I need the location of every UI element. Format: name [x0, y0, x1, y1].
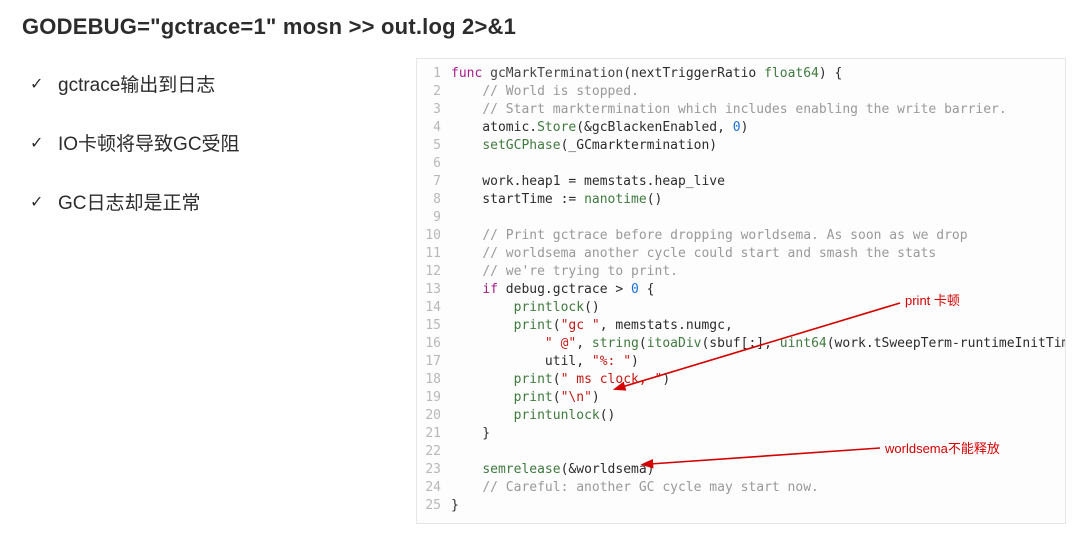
page-title: GODEBUG="gctrace=1" mosn >> out.log 2>&1	[22, 14, 516, 40]
code-text: if debug.gctrace > 0 {	[451, 281, 655, 299]
code-line: 24 // Careful: another GC cycle may star…	[417, 479, 1065, 497]
check-icon: ✓	[30, 74, 48, 94]
code-line: 15 print("gc ", memstats.numgc,	[417, 317, 1065, 335]
line-number: 6	[417, 155, 451, 173]
code-line: 13 if debug.gctrace > 0 {	[417, 281, 1065, 299]
bullet-list: ✓ gctrace输出到日志 ✓ IO卡顿将导致GC受阻 ✓ GC日志却是正常	[30, 70, 390, 247]
code-text: // worldsema another cycle could start a…	[451, 245, 936, 263]
code-line: 11 // worldsema another cycle could star…	[417, 245, 1065, 263]
code-text: print(" ms clock, ")	[451, 371, 670, 389]
code-text: work.heap1 = memstats.heap_live	[451, 173, 725, 191]
code-line: 23 semrelease(&worldsema)	[417, 461, 1065, 479]
line-number: 4	[417, 119, 451, 137]
annotation-print: print 卡顿	[905, 290, 960, 309]
line-number: 5	[417, 137, 451, 155]
line-number: 17	[417, 353, 451, 371]
code-line: 14 printlock()	[417, 299, 1065, 317]
code-line: 4 atomic.Store(&gcBlackenEnabled, 0)	[417, 119, 1065, 137]
code-text: // Print gctrace before dropping worldse…	[451, 227, 968, 245]
line-number: 19	[417, 389, 451, 407]
code-text: // Start marktermination which includes …	[451, 101, 1007, 119]
line-number: 11	[417, 245, 451, 263]
code-text: semrelease(&worldsema)	[451, 461, 655, 479]
line-number: 25	[417, 497, 451, 515]
check-icon: ✓	[30, 192, 48, 212]
line-number: 9	[417, 209, 451, 227]
code-text: }	[451, 497, 459, 515]
code-line: 10 // Print gctrace before dropping worl…	[417, 227, 1065, 245]
code-line: 3 // Start marktermination which include…	[417, 101, 1065, 119]
code-line: 16 " @", string(itoaDiv(sbuf[:], uint64(…	[417, 335, 1065, 353]
check-icon: ✓	[30, 133, 48, 153]
bullet-text: gctrace输出到日志	[58, 70, 215, 97]
code-line: 12 // we're trying to print.	[417, 263, 1065, 281]
line-number: 14	[417, 299, 451, 317]
code-text: // we're trying to print.	[451, 263, 678, 281]
line-number: 2	[417, 83, 451, 101]
code-text: func gcMarkTermination(nextTriggerRatio …	[451, 65, 842, 83]
bullet-text: IO卡顿将导致GC受阻	[58, 129, 240, 156]
code-line: 1func gcMarkTermination(nextTriggerRatio…	[417, 65, 1065, 83]
code-line: 18 print(" ms clock, ")	[417, 371, 1065, 389]
line-number: 15	[417, 317, 451, 335]
code-text: setGCPhase(_GCmarktermination)	[451, 137, 717, 155]
code-text: " @", string(itoaDiv(sbuf[:], uint64(wor…	[451, 335, 1066, 353]
code-text: util, "%: ")	[451, 353, 639, 371]
line-number: 18	[417, 371, 451, 389]
bullet-item: ✓ gctrace输出到日志	[30, 70, 390, 97]
line-number: 22	[417, 443, 451, 461]
line-number: 10	[417, 227, 451, 245]
code-line: 20 printunlock()	[417, 407, 1065, 425]
code-line: 7 work.heap1 = memstats.heap_live	[417, 173, 1065, 191]
code-line: 9	[417, 209, 1065, 227]
line-number: 3	[417, 101, 451, 119]
line-number: 7	[417, 173, 451, 191]
bullet-text: GC日志却是正常	[58, 188, 201, 215]
line-number: 16	[417, 335, 451, 353]
line-number: 12	[417, 263, 451, 281]
code-text: printunlock()	[451, 407, 615, 425]
code-line: 25}	[417, 497, 1065, 515]
line-number: 13	[417, 281, 451, 299]
bullet-item: ✓ GC日志却是正常	[30, 188, 390, 215]
code-line: 2 // World is stopped.	[417, 83, 1065, 101]
line-number: 8	[417, 191, 451, 209]
code-text: // World is stopped.	[451, 83, 639, 101]
code-text: printlock()	[451, 299, 600, 317]
code-text: startTime := nanotime()	[451, 191, 662, 209]
code-line: 5 setGCPhase(_GCmarktermination)	[417, 137, 1065, 155]
code-line: 6	[417, 155, 1065, 173]
line-number: 1	[417, 65, 451, 83]
code-line: 17 util, "%: ")	[417, 353, 1065, 371]
line-number: 23	[417, 461, 451, 479]
line-number: 24	[417, 479, 451, 497]
line-number: 21	[417, 425, 451, 443]
code-text: // Careful: another GC cycle may start n…	[451, 479, 819, 497]
code-line: 19 print("\n")	[417, 389, 1065, 407]
code-text: }	[451, 425, 490, 443]
code-text: print("gc ", memstats.numgc,	[451, 317, 733, 335]
code-text: atomic.Store(&gcBlackenEnabled, 0)	[451, 119, 748, 137]
bullet-item: ✓ IO卡顿将导致GC受阻	[30, 129, 390, 156]
code-text: print("\n")	[451, 389, 600, 407]
line-number: 20	[417, 407, 451, 425]
annotation-worldsema: worldsema不能释放	[885, 438, 1000, 457]
code-line: 8 startTime := nanotime()	[417, 191, 1065, 209]
